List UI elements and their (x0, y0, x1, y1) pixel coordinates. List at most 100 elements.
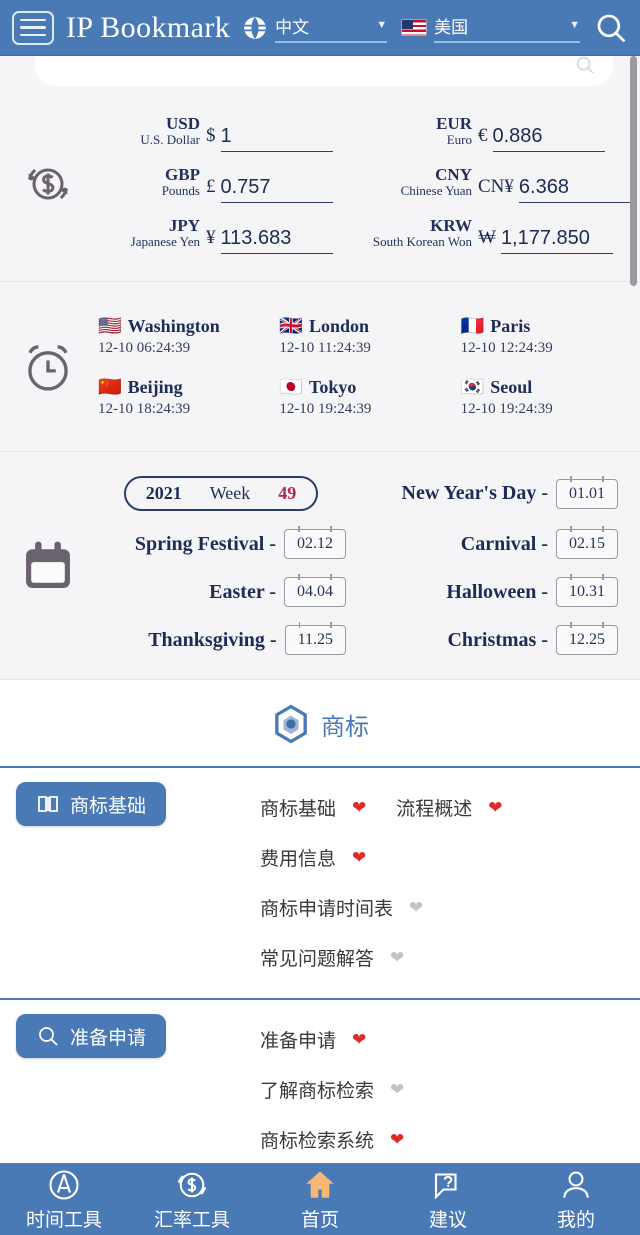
country-flag-icon: 🇬🇧 (279, 315, 303, 337)
currency-symbol: $ (206, 125, 216, 147)
clock-item[interactable]: 🇯🇵 Tokyo 12-10 19:24:39 (277, 367, 458, 428)
world-clock-section: 🇺🇸 Washington 12-10 06:24:39 🇬🇧 London 12-… (0, 282, 640, 452)
nav-label: 我的 (556, 1209, 595, 1231)
suggestion-icon (434, 1172, 457, 1200)
clock-item[interactable]: 🇰🇷 Seoul 12-10 19:24:39 (459, 367, 640, 428)
nav-item-profile[interactable]: 我的 (512, 1163, 640, 1235)
holiday-label: New Year's Day - (401, 482, 548, 504)
clock-item[interactable]: 🇬🇧 London 12-10 11:24:39 (277, 306, 458, 367)
trademark-basics-button[interactable]: 商标基础 (16, 782, 167, 826)
nav-item-home[interactable]: 首页 (256, 1163, 384, 1235)
currency-row[interactable]: EUR Euro € 0.886 (368, 107, 640, 158)
clock-item[interactable]: 🇫🇷 Paris 12-10 12:24:39 (459, 306, 640, 367)
country-selector[interactable]: 美国 ▼ (434, 13, 580, 43)
nav-item-suggestion[interactable]: 建议 (384, 1163, 512, 1235)
favorite-heart-icon[interactable]: ❤ (390, 1131, 404, 1148)
holiday-item[interactable]: Carnival - 02.15 (368, 520, 640, 568)
vertical-scrollbar[interactable] (630, 56, 637, 1160)
currency-code: JPY (168, 215, 200, 235)
currency-value-input[interactable]: 113.683 (220, 227, 333, 254)
currency-row[interactable]: GBP Pounds £ 0.757 (96, 158, 368, 209)
currency-value-input[interactable]: 0.757 (220, 176, 333, 203)
clock-item[interactable]: 🇺🇸 Washington 12-10 06:24:39 (96, 306, 277, 367)
currency-value-input[interactable]: 1 (220, 125, 333, 153)
holiday-item[interactable]: Easter - 04.04 (96, 568, 368, 616)
clock-item[interactable]: 🇨🇳 Beijing 12-10 18:24:39 (96, 367, 277, 428)
holiday-item[interactable]: Spring Festival - 02.12 (96, 520, 368, 568)
currency-row[interactable]: JPY Japanese Yen ¥ 113.683 (96, 209, 368, 260)
profile-icon (563, 1170, 589, 1198)
currency-row[interactable]: USD U.S. Dollar $ 1 (96, 107, 368, 158)
country-flag-icon: 🇫🇷 (460, 315, 485, 337)
currency-name-block: GBP Pounds (96, 166, 200, 203)
trademark-logo-text: 商标 (321, 713, 369, 741)
trademark-link-label: 了解商标检索 (260, 1080, 375, 1102)
currency-code: GBP (165, 165, 200, 185)
holiday-date: 12.25 (556, 622, 618, 655)
week-cell: 2021 Week 49 (96, 467, 368, 520)
holiday-item[interactable]: New Year's Day - 01.01 (368, 470, 640, 518)
trademark-link[interactable]: 流程概述 ❤ (396, 782, 532, 832)
holiday-item[interactable]: Halloween - 10.31 (368, 568, 640, 616)
clock-time: 12-10 06:24:39 (98, 339, 191, 356)
favorite-heart-icon[interactable]: ❤ (409, 899, 423, 916)
trademark-link[interactable]: 商标基础 ❤ (260, 782, 396, 832)
search-icon[interactable] (594, 11, 628, 45)
favorite-heart-icon[interactable]: ❤ (352, 1031, 366, 1048)
currency-value-input[interactable]: 6.368 (518, 176, 631, 203)
favorite-heart-icon[interactable]: ❤ (390, 949, 404, 966)
holiday-item[interactable]: Christmas - 12.25 (368, 616, 640, 664)
trademark-link[interactable]: 准备申请 ❤ (260, 1014, 640, 1064)
favorite-heart-icon[interactable]: ❤ (352, 849, 366, 866)
nav-item-currency-tools[interactable]: 汇率工具 (128, 1163, 256, 1235)
trademark-link-label: 商标申请时间表 (260, 898, 394, 920)
trademark-group-label: 准备申请 (70, 1027, 147, 1049)
chevron-down-icon: ▼ (569, 19, 580, 31)
currency-tools-icon (177, 1172, 207, 1197)
trademark-link-label: 商标检索系统 (260, 1130, 375, 1152)
holiday-date: 01.01 (556, 475, 618, 509)
favorite-heart-icon[interactable]: ❤ (352, 799, 366, 816)
currency-symbol: £ (206, 175, 216, 197)
trademark-link[interactable]: 了解商标检索 ❤ (260, 1064, 640, 1114)
currency-value-input[interactable]: 1,177.850 (500, 227, 613, 254)
week-indicator[interactable]: 2021 Week 49 (123, 476, 319, 511)
trademark-link[interactable]: 常见问题解答 ❤ (260, 932, 640, 982)
holiday-date: 11.25 (284, 622, 346, 655)
app-title: IP Bookmark (66, 10, 231, 44)
clock-city: Washington (127, 315, 220, 336)
clock-time: 12-10 18:24:39 (98, 400, 191, 417)
clock-tools-icon (49, 1169, 79, 1200)
currency-code: KRW (430, 215, 472, 235)
currency-row[interactable]: CNY Chinese Yuan CN¥ 6.368 (368, 158, 640, 209)
holiday-item[interactable]: Thanksgiving - 11.25 (96, 616, 368, 664)
nav-item-time-tools[interactable]: 时间工具 (0, 1163, 128, 1235)
trademark-link[interactable]: 商标申请时间表 ❤ (260, 882, 640, 932)
currency-full-name: Japanese Yen (130, 233, 200, 249)
currency-value-input[interactable]: 0.886 (492, 125, 605, 153)
favorite-heart-icon[interactable]: ❤ (488, 799, 502, 816)
favorite-heart-icon[interactable]: ❤ (390, 1081, 404, 1098)
currency-code: CNY (435, 165, 472, 185)
clock-city: Paris (490, 315, 531, 336)
hamburger-menu-icon[interactable] (12, 10, 54, 45)
clock-grid: 🇺🇸 Washington 12-10 06:24:39 🇬🇧 London 12-… (96, 306, 640, 428)
currency-name-block: CNY Chinese Yuan (368, 166, 472, 203)
currency-exchange-icon (0, 156, 96, 212)
prepare-application-button[interactable]: 准备申请 (16, 1014, 167, 1058)
nav-label: 汇率工具 (153, 1209, 230, 1231)
currency-section: USD U.S. Dollar $ 1 EUR Euro € 0.886 GBP… (0, 86, 640, 282)
nav-label: 时间工具 (25, 1209, 102, 1231)
calendar-grid: 2021 Week 49 New Year's Day - 01.01 Spri… (96, 467, 640, 664)
trademark-group-label: 商标基础 (70, 795, 147, 817)
scrollbar-thumb[interactable] (630, 56, 637, 286)
language-selector[interactable]: 中文 ▼ (275, 13, 388, 43)
currency-symbol: ₩ (478, 226, 496, 248)
clock-time: 12-10 19:24:39 (279, 400, 372, 417)
trademark-link-label: 商标基础 (260, 798, 337, 820)
holiday-date: 04.04 (284, 574, 346, 607)
trademark-link[interactable]: 商标检索系统 ❤ (260, 1114, 640, 1164)
trademark-link[interactable]: 费用信息 ❤ (260, 832, 396, 882)
currency-row[interactable]: KRW South Korean Won ₩ 1,177.850 (368, 209, 640, 260)
clock-time: 12-10 12:24:39 (460, 339, 553, 356)
